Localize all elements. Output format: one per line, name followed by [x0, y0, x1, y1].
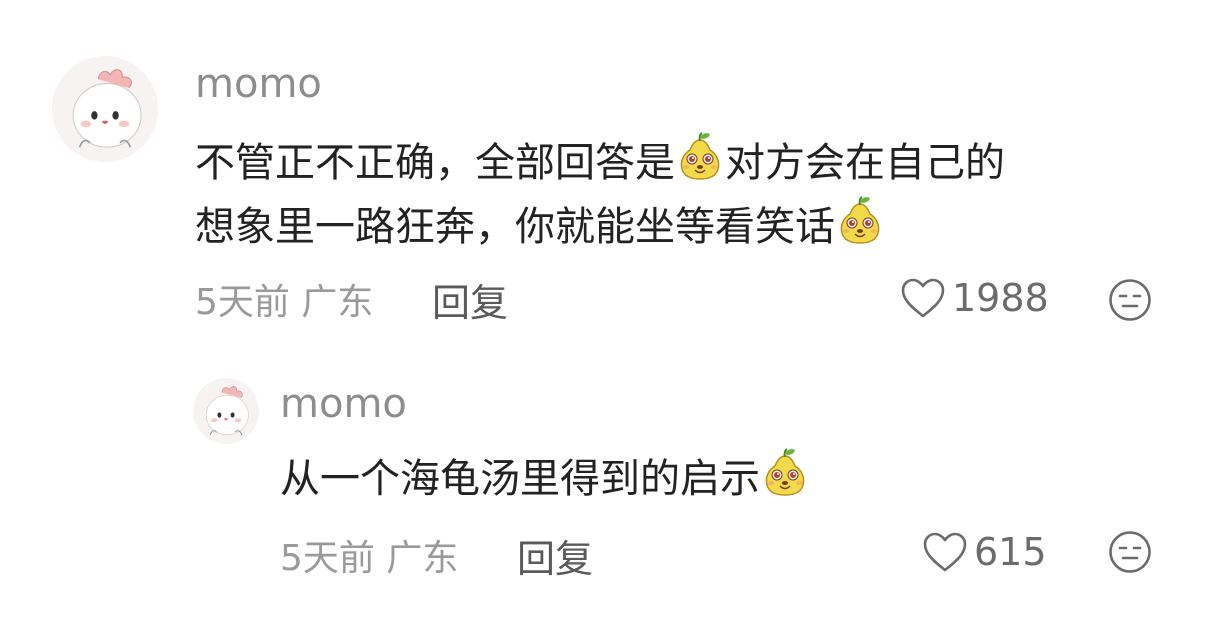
neutral-face-icon — [1109, 279, 1151, 321]
reply-username[interactable]: momo — [280, 380, 407, 428]
like-count: 1988 — [952, 276, 1049, 320]
dislike-button[interactable] — [1108, 278, 1152, 322]
comment-item: momo 不管正不正确，全部回答是 对方会在自己的 想象里一路狂奔，你就能坐等看笑… — [0, 0, 1224, 340]
comment-username[interactable]: momo — [195, 60, 322, 108]
comment-text-line1: 不管正不正确，全部回答是 对方会在自己的 — [195, 132, 1005, 191]
pear-emoji-icon — [835, 196, 885, 246]
heart-icon — [923, 532, 967, 572]
like-button[interactable]: 1988 — [900, 274, 1049, 322]
cute-chicken-avatar-icon — [193, 378, 259, 444]
avatar[interactable] — [52, 56, 158, 162]
reply-text: 从一个海龟汤里得到的启示 — [280, 448, 810, 507]
reply-button[interactable]: 回复 — [432, 280, 508, 326]
comment-time: 5天前 — [195, 282, 290, 323]
heart-icon — [901, 278, 945, 318]
comment-text-part3: 想象里一路狂奔，你就能坐等看笑话 — [195, 204, 835, 250]
comment-location: 广东 — [301, 282, 374, 323]
reply-item: momo 从一个海龟汤里得到的启示 5天前 广东 回复 615 — [0, 340, 1224, 619]
reply-button[interactable]: 回复 — [517, 536, 593, 582]
comment-meta: 5天前 广东 — [195, 280, 373, 326]
like-count: 615 — [974, 530, 1047, 574]
dislike-button[interactable] — [1108, 530, 1152, 574]
cute-chicken-avatar-icon — [52, 56, 158, 162]
neutral-face-icon — [1109, 531, 1151, 573]
comment-text-part1: 不管正不正确，全部回答是 — [195, 140, 675, 186]
comment-text-line2: 想象里一路狂奔，你就能坐等看笑话 — [195, 196, 885, 255]
avatar[interactable] — [193, 378, 259, 444]
reply-text-content: 从一个海龟汤里得到的启示 — [280, 456, 760, 502]
comment-text-part2: 对方会在自己的 — [725, 140, 1005, 186]
pear-emoji-icon — [760, 448, 810, 498]
like-button[interactable]: 615 — [922, 528, 1047, 576]
pear-emoji-icon — [675, 132, 725, 182]
reply-time: 5天前 — [280, 538, 375, 579]
reply-meta: 5天前 广东 — [280, 536, 458, 582]
reply-location: 广东 — [386, 538, 459, 579]
